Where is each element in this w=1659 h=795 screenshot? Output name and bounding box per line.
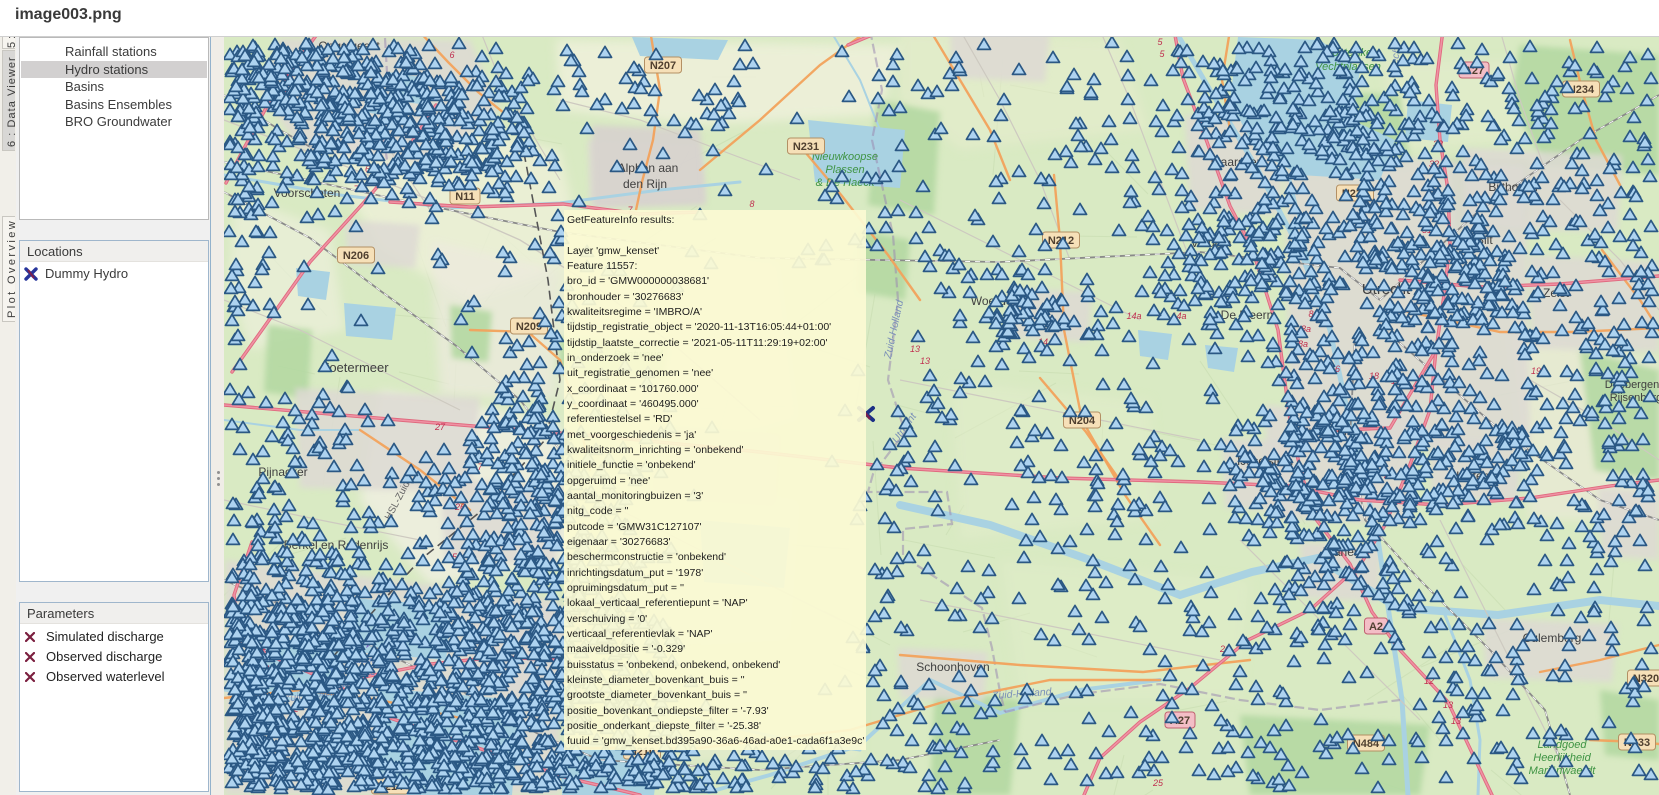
svg-text:N231: N231 — [793, 141, 819, 153]
svg-text:6: 6 — [449, 50, 454, 60]
svg-text:8: 8 — [749, 199, 754, 209]
svg-text:A2: A2 — [1369, 621, 1383, 633]
svg-text:N11: N11 — [455, 191, 475, 203]
svg-text:Zoetermeer: Zoetermeer — [321, 360, 389, 375]
svg-text:13: 13 — [910, 344, 920, 354]
svg-text:25: 25 — [1152, 778, 1164, 788]
svg-text:13: 13 — [920, 356, 930, 366]
svg-text:14a: 14a — [1126, 311, 1141, 321]
svg-text:N207: N207 — [650, 60, 676, 72]
svg-text:N206: N206 — [343, 250, 369, 262]
svg-text:27: 27 — [434, 422, 446, 432]
svg-text:den Rijn: den Rijn — [623, 177, 667, 191]
